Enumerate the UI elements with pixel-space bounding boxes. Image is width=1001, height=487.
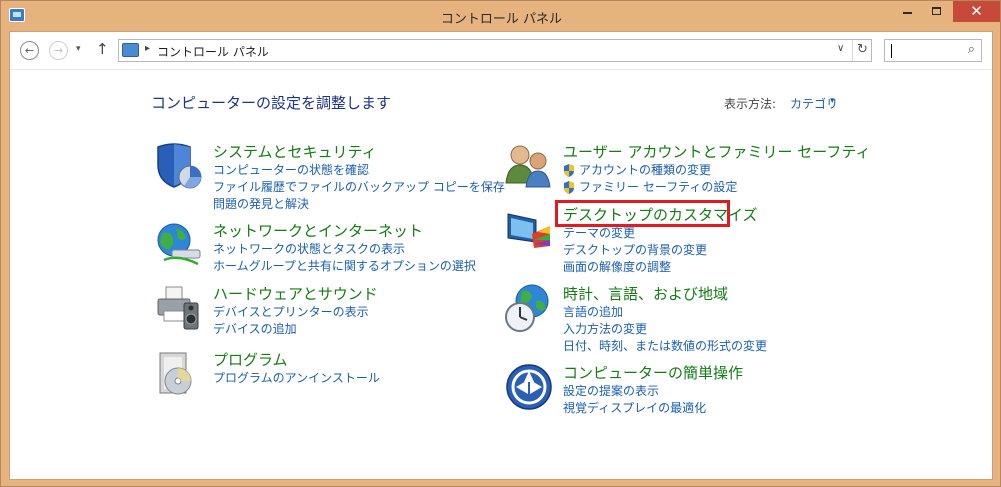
page-title: コンピューターの設定を調整します [151,94,392,112]
category-title[interactable]: 時計、言語、および地域 [563,283,728,304]
maximize-button[interactable] [923,1,950,22]
link-label: アカウントの種類の変更 [579,163,712,177]
ease-of-access-icon[interactable] [504,362,554,412]
link-homegroup-options[interactable]: ホームグループと共有に関するオプションの選択 [213,258,476,275]
link-uninstall-program[interactable]: プログラムのアンインストール [213,370,380,387]
breadcrumb-chevron-icon[interactable]: ▸ [145,43,150,54]
view-by-label: 表示方法: [724,97,777,111]
forward-arrow-icon: → [53,44,64,57]
link-get-recommendations[interactable]: 設定の提案の表示 [563,383,706,400]
link-add-language[interactable]: 言語の追加 [563,304,767,321]
title-bar[interactable]: コントロール パネル ✕ [1,1,1001,31]
category-title[interactable]: ネットワークとインターネット [213,220,423,241]
refresh-button[interactable]: ↻ [852,40,872,61]
search-box[interactable]: ⌕ [884,39,982,62]
shield-pie-icon[interactable] [154,141,204,191]
link-change-theme[interactable]: テーマの変更 [563,225,707,242]
address-bar[interactable]: ▸ コントロール パネル ∨ ↻ [118,39,872,62]
link-file-history-backup[interactable]: ファイル履歴でファイルのバックアップ コピーを保存 [213,179,505,196]
search-icon[interactable]: ⌕ [968,42,975,57]
category-links: 設定の提案の表示 視覚ディスプレイの最適化 [563,383,706,417]
link-change-date-time-format[interactable]: 日付、時刻、または数値の形式の変更 [563,338,767,355]
back-button[interactable]: ← [20,41,39,60]
uac-shield-icon [564,181,574,194]
monitor-palette-icon[interactable] [504,204,554,254]
printer-speaker-icon[interactable] [154,283,204,333]
address-dropdown-button[interactable]: ∨ [837,43,844,54]
close-button[interactable]: ✕ [953,1,1000,22]
breadcrumb-control-panel[interactable]: コントロール パネル [157,43,269,60]
category-title[interactable]: コンピューターの簡単操作 [563,362,743,383]
link-troubleshoot[interactable]: 問題の発見と解決 [213,196,505,213]
control-panel-window: コントロール パネル ✕ ← → ▾ ↑ ▸ コントロール パネル ∨ ↻ ⌕ [0,0,1001,487]
category-links: テーマの変更 デスクトップの背景の変更 画面の解像度の調整 [563,225,707,276]
category-links: プログラムのアンインストール [213,370,380,387]
link-change-desktop-background[interactable]: デスクトップの背景の変更 [563,242,707,259]
category-title[interactable]: ハードウェアとサウンド [213,283,378,304]
globe-network-icon[interactable] [154,220,204,270]
main-content: コンピューターの設定を調整します 表示方法: カテゴリ ▾ システムとセキュリテ… [10,71,992,479]
window-title: コントロール パネル [440,12,563,27]
minimize-icon [903,12,912,14]
close-icon: ✕ [970,2,983,20]
link-label: ファミリー セーフティの設定 [579,180,738,194]
category-title[interactable]: ユーザー アカウントとファミリー セーフティ [563,141,870,162]
category-links: コンピューターの状態を確認 ファイル履歴でファイルのバックアップ コピーを保存 … [213,162,505,213]
link-adjust-screen-resolution[interactable]: 画面の解像度の調整 [563,259,707,276]
program-disc-icon[interactable] [154,349,204,399]
chevron-down-icon[interactable]: ▾ [830,96,835,106]
maximize-icon [932,7,941,15]
link-devices-printers[interactable]: デバイスとプリンターの表示 [213,304,369,321]
link-change-input-method[interactable]: 入力方法の変更 [563,321,767,338]
link-family-safety[interactable]: ファミリー セーフティの設定 [563,179,737,196]
forward-button[interactable]: → [49,41,68,60]
category-links: デバイスとプリンターの表示 デバイスの追加 [213,304,369,338]
category-title[interactable]: システムとセキュリティ [213,141,377,162]
link-change-account-type[interactable]: アカウントの種類の変更 [563,162,737,179]
clock-globe-icon[interactable] [504,283,554,333]
link-optimize-visual-display[interactable]: 視覚ディスプレイの最適化 [563,400,706,417]
link-add-device[interactable]: デバイスの追加 [213,321,369,338]
recent-locations-dropdown[interactable]: ▾ [76,44,81,54]
minimize-button[interactable] [894,1,921,22]
category-title[interactable]: プログラム [213,349,288,370]
navigation-bar: ← → ▾ ↑ ▸ コントロール パネル ∨ ↻ ⌕ [10,32,992,70]
link-check-status[interactable]: コンピューターの状態を確認 [213,162,505,179]
link-network-status[interactable]: ネットワークの状態とタスクの表示 [213,241,476,258]
client-area: ← → ▾ ↑ ▸ コントロール パネル ∨ ↻ ⌕ コンピューターの設定を調整… [9,31,993,480]
up-button[interactable]: ↑ [96,40,109,58]
back-arrow-icon: ← [24,44,35,57]
control-panel-icon [122,43,139,57]
category-links: アカウントの種類の変更 ファミリー セーフティの設定 [563,162,737,196]
category-links: 言語の追加 入力方法の変更 日付、時刻、または数値の形式の変更 [563,304,767,355]
highlight-box [555,200,730,227]
users-icon[interactable] [504,141,554,191]
category-links: ネットワークの状態とタスクの表示 ホームグループと共有に関するオプションの選択 [213,241,476,275]
search-caret [891,44,892,58]
uac-shield-icon [564,164,574,177]
